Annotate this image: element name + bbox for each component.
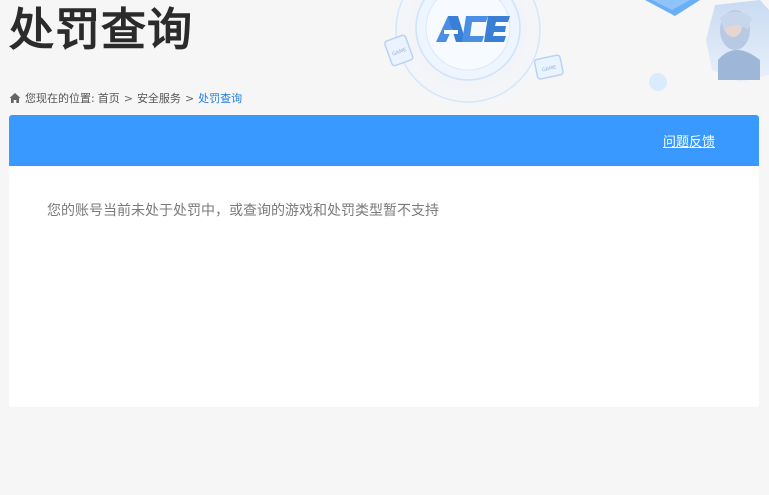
deco-badge-text: GAME [391, 47, 407, 58]
page: GAME GAME 处罚查询 您现在的位置: 首页 > 安全服务 > 处罚查询 [0, 0, 769, 495]
feedback-link[interactable]: 问题反馈 [663, 131, 715, 150]
breadcrumb-prefix: 您现在的位置: [25, 92, 95, 105]
deco-badge-text: GAME [541, 65, 557, 74]
page-title: 处罚查询 [9, 3, 194, 56]
ace-logo-icon [436, 16, 510, 42]
penalty-panel: 问题反馈 您的账号当前未处于处罚中，或查询的游戏和处罚类型暂不支持 [9, 115, 759, 407]
character-illustration [706, 0, 769, 82]
breadcrumb-item-security-service[interactable]: 安全服务 [137, 90, 181, 106]
breadcrumb-item-penalty-query[interactable]: 处罚查询 [198, 90, 242, 106]
panel-header: 问题反馈 [9, 115, 759, 166]
breadcrumb: 您现在的位置: 首页 > 安全服务 > 处罚查询 [9, 89, 242, 107]
breadcrumb-separator: > [184, 91, 195, 105]
breadcrumb-item-home[interactable]: 首页 [98, 90, 120, 106]
status-message: 您的账号当前未处于处罚中，或查询的游戏和处罚类型暂不支持 [47, 203, 439, 219]
panel-body: 您的账号当前未处于处罚中，或查询的游戏和处罚类型暂不支持 [9, 166, 759, 220]
breadcrumb-separator: > [123, 91, 133, 105]
home-icon [9, 93, 21, 103]
